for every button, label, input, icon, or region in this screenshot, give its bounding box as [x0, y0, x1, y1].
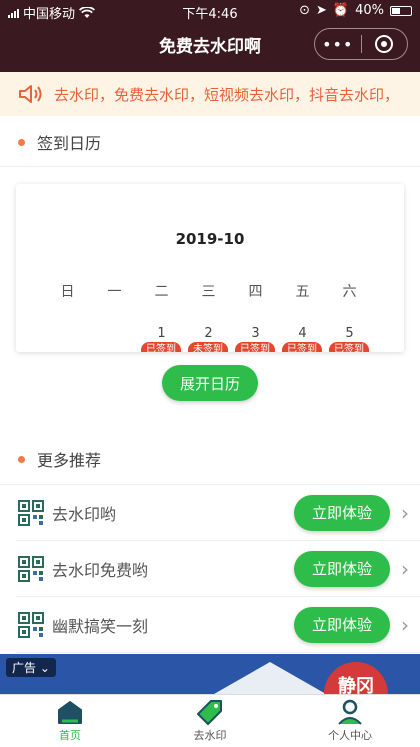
- ad-label: 广告 ⌄: [6, 658, 56, 677]
- ad-banner[interactable]: 广告 ⌄ 静冈: [0, 654, 420, 694]
- calendar-day[interactable]: 4 已签到: [279, 326, 326, 352]
- battery-icon: [390, 5, 412, 16]
- mountain-image: [200, 662, 340, 694]
- calendar-section-header: 签到日历: [18, 130, 101, 154]
- tab-watermark[interactable]: 去水印: [140, 695, 280, 747]
- calendar-section-title: 签到日历: [37, 134, 102, 153]
- try-now-button[interactable]: 立即体验: [294, 494, 390, 531]
- target-icon: [375, 35, 394, 53]
- chevron-right-icon: ›: [401, 612, 409, 637]
- more-button[interactable]: •••: [315, 35, 361, 54]
- weekday-header: 日 一 二 三 四 五 六: [44, 281, 373, 301]
- mini-program-qr-icon: [18, 611, 44, 638]
- mini-program-capsule: •••: [314, 28, 408, 60]
- calendar-day-empty: [44, 326, 91, 352]
- tab-label: 首页: [59, 729, 81, 742]
- speaker-icon: [19, 85, 42, 103]
- recommend-section-header: 更多推荐: [18, 447, 101, 471]
- weekday-label: 三: [201, 284, 216, 300]
- weekday-label: 四: [248, 284, 263, 300]
- weekday-label: 六: [342, 284, 357, 300]
- mini-program-qr-icon: [18, 499, 44, 526]
- calendar-day-empty: [91, 326, 138, 352]
- recommend-item[interactable]: 去水印哟 立即体验 ›: [16, 485, 420, 541]
- day-number: 5: [345, 326, 354, 341]
- weekday-label: 二: [154, 284, 169, 300]
- weekday-label: 日: [60, 284, 75, 300]
- recommend-item-name: 去水印免费哟: [52, 560, 149, 580]
- app-root: 中国移动 下午4:46 ⊙ ➤ ⏰ 40% 免费去水印啊 ••• 去水印，免费去…: [0, 0, 420, 747]
- close-button[interactable]: [361, 35, 407, 53]
- calendar-month: 2019-10: [175, 230, 245, 248]
- status-bar: 中国移动 下午4:46 ⊙ ➤ ⏰ 40%: [0, 0, 420, 22]
- tab-label: 去水印: [193, 729, 227, 742]
- weekday-label: 一: [107, 284, 122, 300]
- user-icon: [338, 699, 362, 725]
- bottom-tab-bar: 首页 去水印 个人中心: [0, 694, 420, 747]
- section-dot: [18, 455, 25, 463]
- expand-calendar-button[interactable]: 展开日历: [162, 365, 258, 401]
- recommend-item[interactable]: 去水印免费哟 立即体验 ›: [16, 541, 420, 597]
- sign-status-badge: 未签到: [188, 342, 228, 352]
- calendar-days: 1 已签到 2 未签到 3 已签到 4 已签到 5 已签到: [44, 326, 373, 352]
- alarm-icon: ⏰: [332, 3, 350, 18]
- battery-percent: 40%: [355, 3, 384, 18]
- chevron-right-icon: ›: [401, 556, 409, 581]
- sign-status-badge: 已签到: [282, 342, 322, 352]
- sign-in-calendar: 2019-10 日 一 二 三 四 五 六 1 已签到 2 未签到 3 已签到: [16, 184, 404, 352]
- recommend-section-title: 更多推荐: [37, 451, 102, 470]
- day-number: 1: [157, 326, 166, 341]
- recommend-item-name: 幽默搞笑一刻: [52, 616, 149, 636]
- try-now-button[interactable]: 立即体验: [294, 606, 390, 643]
- calendar-day[interactable]: 3 已签到: [232, 326, 279, 352]
- location-icon: ➤: [316, 3, 327, 18]
- calendar-day[interactable]: 2 未签到: [185, 326, 232, 352]
- tab-profile[interactable]: 个人中心: [280, 695, 420, 747]
- tab-label: 个人中心: [328, 729, 372, 742]
- calendar-day[interactable]: 1 已签到: [138, 326, 185, 352]
- notice-bar: 去水印，免费去水印，短视频去水印，抖音去水印，: [0, 72, 420, 116]
- rotation-lock-icon: ⊙: [299, 3, 310, 18]
- sign-status-badge: 已签到: [235, 342, 275, 352]
- recommend-item-name: 去水印哟: [52, 504, 117, 524]
- divider: [0, 166, 420, 167]
- home-icon: [58, 701, 82, 724]
- weekday-label: 五: [295, 284, 310, 300]
- mini-program-qr-icon: [18, 555, 44, 582]
- tab-home[interactable]: 首页: [0, 695, 140, 747]
- sign-status-badge: 已签到: [329, 342, 369, 352]
- chevron-right-icon: ›: [401, 500, 409, 525]
- try-now-button[interactable]: 立即体验: [294, 550, 390, 587]
- tag-icon: [197, 700, 222, 725]
- sign-status-badge: 已签到: [141, 342, 181, 352]
- day-number: 4: [298, 326, 307, 341]
- recommend-item[interactable]: 幽默搞笑一刻 立即体验 ›: [16, 597, 420, 653]
- notice-text: 去水印，免费去水印，短视频去水印，抖音去水印，: [54, 85, 400, 104]
- day-number: 3: [251, 326, 260, 341]
- top-bar: 中国移动 下午4:46 ⊙ ➤ ⏰ 40% 免费去水印啊 •••: [0, 0, 420, 72]
- section-dot: [18, 138, 25, 146]
- day-number: 2: [204, 326, 213, 341]
- calendar-day[interactable]: 5 已签到: [326, 326, 373, 352]
